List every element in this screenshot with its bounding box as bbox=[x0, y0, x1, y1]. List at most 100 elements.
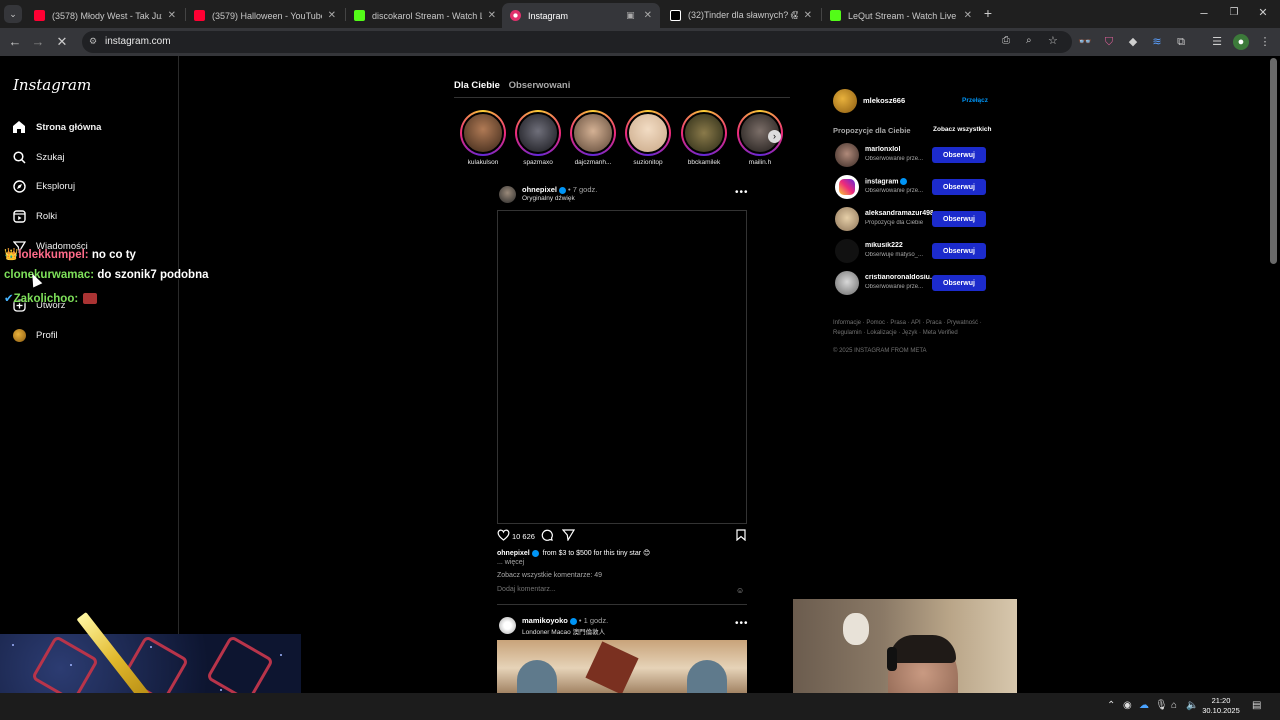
follow-button[interactable]: Obserwuj bbox=[932, 243, 986, 259]
comment-icon[interactable] bbox=[541, 529, 553, 544]
story-item[interactable]: bbckamilek bbox=[679, 110, 729, 166]
tab-for-you[interactable]: Dla Ciebie bbox=[454, 80, 500, 91]
like-count[interactable]: 10 626 bbox=[512, 532, 535, 541]
restore-icon[interactable]: ❐ bbox=[1225, 4, 1243, 22]
close-icon[interactable]: ✕ bbox=[804, 10, 812, 21]
suggestion-username[interactable]: aleksandramazur498 bbox=[865, 210, 933, 217]
follow-button[interactable]: Obserwuj bbox=[932, 211, 986, 227]
instagram-icon[interactable] bbox=[835, 175, 859, 199]
sidebar-item-profile[interactable]: Profil bbox=[11, 325, 58, 345]
window-close-icon[interactable]: ✕ bbox=[1254, 4, 1272, 22]
tab-search-chevron-icon[interactable]: ⌄ bbox=[4, 5, 22, 23]
see-all-link[interactable]: Zobacz wszystkich bbox=[933, 126, 992, 133]
taskbar-clock[interactable]: 21:20 30.10.2025 bbox=[1196, 696, 1246, 716]
close-icon[interactable]: ✕ bbox=[168, 10, 176, 21]
extension-glasses-icon[interactable]: 👓 bbox=[1077, 34, 1093, 50]
suggestion-username[interactable]: marlonxlol bbox=[865, 146, 900, 153]
close-icon[interactable]: ✕ bbox=[964, 10, 972, 21]
browser-tab-6[interactable]: LeQut Stream - Watch Live on K ✕ bbox=[822, 3, 980, 28]
minimize-icon[interactable]: – bbox=[1195, 4, 1213, 22]
media-playing-icon[interactable]: ▣ bbox=[626, 10, 635, 21]
suggestion-username-line[interactable]: instagram bbox=[865, 178, 909, 185]
post-username[interactable]: ohnepixel bbox=[522, 185, 557, 194]
extension-shield-icon[interactable]: ⛉ bbox=[1101, 34, 1117, 50]
cloud-icon[interactable]: ☁ bbox=[1139, 700, 1149, 711]
post-location[interactable]: Londoner Macao 澳門倫敦人 bbox=[522, 626, 605, 636]
media-control-icon[interactable]: ☰ bbox=[1209, 34, 1225, 50]
browser-tab-1[interactable]: (3578) Młody West - Tak Już Były ✕ bbox=[26, 3, 184, 28]
microphone-icon[interactable]: 🎙 bbox=[1155, 700, 1168, 711]
notifications-icon[interactable]: ▤ bbox=[1252, 700, 1261, 711]
add-comment-input[interactable]: Dodaj komentarz... bbox=[497, 586, 556, 593]
bookmark-star-icon[interactable]: ☆ bbox=[1048, 34, 1058, 47]
stop-loading-icon[interactable]: ✕ bbox=[53, 33, 71, 51]
extensions-puzzle-icon[interactable]: ⧉ bbox=[1173, 34, 1189, 50]
sidebar-item-explore[interactable]: Eksploruj bbox=[11, 176, 75, 196]
menu-kebab-icon[interactable]: ⋮ bbox=[1257, 34, 1273, 50]
suggestion-username[interactable]: instagram bbox=[865, 178, 898, 185]
profile-avatar-icon[interactable]: ● bbox=[1233, 34, 1249, 50]
post-audio[interactable]: Oryginalny dźwięk bbox=[522, 195, 575, 202]
suggestion-username[interactable]: cristianoronaldosiu... bbox=[865, 274, 933, 281]
suggestion-username[interactable]: mikusik222 bbox=[865, 242, 903, 249]
install-app-icon[interactable]: ⎙ bbox=[1002, 35, 1010, 46]
close-icon[interactable]: ✕ bbox=[644, 10, 652, 21]
chat-username: Zakolichoo: bbox=[13, 293, 79, 305]
story-item[interactable]: suzionitop bbox=[623, 110, 673, 166]
share-icon[interactable] bbox=[561, 529, 576, 544]
current-username[interactable]: mlekosz666 bbox=[863, 96, 905, 105]
back-arrow-icon[interactable]: ← bbox=[6, 33, 24, 51]
caption-username[interactable]: ohnepixel bbox=[497, 550, 530, 557]
switch-account-link[interactable]: Przełącz bbox=[962, 97, 988, 104]
extension-diamond-icon[interactable]: ◆ bbox=[1125, 34, 1141, 50]
forward-arrow-icon[interactable]: → bbox=[29, 33, 47, 51]
avatar[interactable] bbox=[835, 143, 859, 167]
view-comments-link[interactable]: Zobacz wszystkie komentarze: 49 bbox=[497, 572, 602, 579]
new-tab-plus-icon[interactable]: + bbox=[979, 4, 997, 22]
chevron-right-icon[interactable]: › bbox=[768, 130, 781, 143]
follow-button[interactable]: Obserwuj bbox=[932, 179, 986, 195]
more-options-icon[interactable]: ••• bbox=[735, 618, 749, 629]
page-scrollbar[interactable] bbox=[1270, 58, 1277, 264]
address-bar[interactable]: ⚙ instagram.com ⎙ ⌕ ☆ bbox=[82, 31, 1072, 53]
sidebar-item-reels[interactable]: Rolki bbox=[11, 206, 57, 226]
follow-button[interactable]: Obserwuj bbox=[932, 275, 986, 291]
caption-more-link[interactable]: ... więcej bbox=[497, 559, 524, 566]
footer-links[interactable]: Informacje · Pomoc · Prasa · API · Praca… bbox=[833, 318, 993, 338]
discord-icon[interactable]: ◉ bbox=[1123, 700, 1132, 711]
avatar[interactable] bbox=[835, 207, 859, 231]
browser-tab-3[interactable]: discokarol Stream - Watch Live ✕ bbox=[346, 3, 504, 28]
post-username[interactable]: mamikoyoko bbox=[522, 616, 568, 625]
sidebar-item-search[interactable]: Szukaj bbox=[11, 147, 65, 167]
emoji-icon[interactable]: ☺ bbox=[736, 586, 744, 595]
avatar[interactable] bbox=[499, 186, 516, 203]
follow-button[interactable]: Obserwuj bbox=[932, 147, 986, 163]
avatar[interactable] bbox=[833, 89, 857, 113]
network-icon[interactable]: ⌂ bbox=[1171, 700, 1177, 711]
tab-following[interactable]: Obserwowani bbox=[509, 80, 571, 91]
chat-emote-icon bbox=[83, 293, 98, 305]
avatar[interactable] bbox=[835, 271, 859, 295]
sidebar-item-label: Szukaj bbox=[36, 151, 65, 163]
post-media[interactable] bbox=[497, 210, 747, 524]
browser-tab-4-active[interactable]: Instagram ▣ ✕ bbox=[502, 3, 660, 28]
more-options-icon[interactable]: ••• bbox=[735, 187, 749, 198]
browser-tab-2[interactable]: (3579) Halloween - YouTube ✕ bbox=[186, 3, 344, 28]
like-heart-icon[interactable] bbox=[497, 529, 510, 544]
avatar[interactable] bbox=[499, 617, 516, 634]
story-item[interactable]: dajczmanh... bbox=[568, 110, 618, 166]
site-info-icon[interactable]: ⚙ bbox=[89, 36, 97, 47]
browser-tab-5[interactable]: (32)Tinder dla sławnych? 😱 #t ✕ bbox=[662, 3, 820, 28]
extension-wave-icon[interactable]: ≋ bbox=[1149, 34, 1165, 50]
zoom-icon[interactable]: ⌕ bbox=[1026, 35, 1032, 46]
chat-username: lolekkumpel: bbox=[18, 249, 89, 261]
sidebar-item-home[interactable]: Strona główna bbox=[11, 117, 101, 137]
instagram-logo[interactable]: Instagram bbox=[13, 76, 91, 94]
story-item[interactable]: spazmaxo bbox=[513, 110, 563, 166]
close-icon[interactable]: ✕ bbox=[488, 10, 496, 21]
save-bookmark-icon[interactable] bbox=[736, 529, 746, 544]
tray-chevron-up-icon[interactable]: ⌃ bbox=[1107, 700, 1115, 711]
avatar[interactable] bbox=[835, 239, 859, 263]
story-item[interactable]: kulakulson bbox=[458, 110, 508, 166]
close-icon[interactable]: ✕ bbox=[328, 10, 336, 21]
